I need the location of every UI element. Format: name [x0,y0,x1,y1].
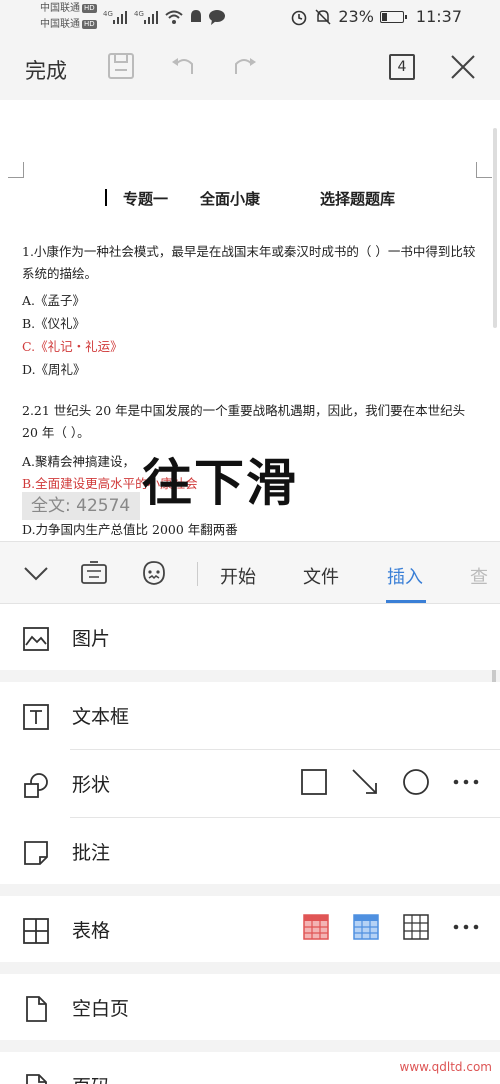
word-count-badge: 全文: 42574 [22,492,140,520]
q1-option-b: B.《仪礼》 [22,316,86,331]
signal-icon-2: 4G [134,10,158,24]
hd-badge: HD [82,4,97,13]
alarm-icon [292,10,307,25]
svg-text:4G: 4G [134,10,144,18]
insert-blank-page-row[interactable]: 空白页 [0,974,500,1040]
text-cursor [104,189,107,206]
q1-option-a: A.《孟子》 [22,293,86,308]
watermark-text: www.qdltd.com [399,1060,493,1074]
blue-table-style-icon[interactable] [352,913,380,941]
more-shapes-icon[interactable] [452,768,480,796]
tab-file[interactable]: 文件 [303,563,339,589]
hd-badge: HD [82,20,97,29]
document-scrollbar[interactable] [493,128,497,328]
table-label: 表格 [72,920,111,942]
title-part-1: 专题一 [122,190,168,208]
tab-separator [197,562,198,586]
more-tables-icon[interactable] [452,913,480,941]
battery-percent: 23% [338,7,374,26]
picture-label: 图片 [72,628,111,650]
carrier-1: 中国联通 HD [40,3,97,15]
swipe-hint-text: 往下滑 [142,454,298,512]
close-icon[interactable] [450,54,476,80]
crop-mark-left [8,162,24,178]
tab-start[interactable]: 开始 [220,563,256,589]
question-2: 2.21 世纪头 20 年是中国发展的一个重要战略机遇期，因此，我们要在本世纪头… [22,403,466,440]
table-quick-options [302,913,480,941]
clock-time: 11:37 [415,7,462,26]
textbox-label: 文本框 [72,706,130,728]
q2-option-a: A.聚精会神搞建设， [22,454,136,469]
rectangle-shape-icon[interactable] [300,768,328,796]
carrier-2: 中国联通 HD [40,19,97,31]
comment-icon [24,841,48,865]
q2-option-d: D.力争国内生产总值比 2000 年翻两番 [22,522,238,537]
blank-page-icon [26,996,47,1022]
crop-mark-right [476,162,492,178]
ribbon-tab-bar: 开始 文件 插入 查 [0,541,500,604]
status-bar: 中国联通 HD 中国联通 HD 4G 4G 23% 11:37 [0,0,500,34]
mute-icon [315,8,331,25]
textbox-icon [23,704,49,730]
q1-option-d: D.《周礼》 [22,362,86,377]
carrier-2-label: 中国联通 [40,19,80,30]
arrow-shape-icon[interactable] [350,767,380,797]
save-icon[interactable] [107,52,135,80]
shape-label: 形状 [72,774,111,796]
document-title: 专题一 全面小康 选择题题库 [0,188,500,209]
shape-icon [24,773,48,798]
undo-icon[interactable] [170,52,198,80]
carrier-1-label: 中国联通 [40,3,80,14]
title-part-2: 全面小康 [199,190,260,208]
comment-label: 批注 [72,842,111,864]
insert-table-row[interactable]: 表格 [0,896,500,962]
page-count-button[interactable]: 4 [389,54,415,80]
title-part-3: 选择题题库 [320,190,396,208]
done-button[interactable]: 完成 [25,55,67,85]
status-right: 23% 11:37 [290,7,462,26]
q1-option-c: C.《礼记・礼运》 [22,339,123,354]
page-number-icon [26,1074,47,1084]
page-number-label: 页码 [72,1072,110,1084]
collapse-chevron-icon[interactable] [23,564,49,582]
notification-icon [191,10,201,22]
battery-level [381,12,387,21]
shape-quick-options [300,767,480,797]
keyboard-icon[interactable] [80,560,108,586]
tab-review[interactable]: 查 [470,563,488,589]
wifi-icon [165,10,183,24]
insert-comment-row[interactable]: 批注 [0,818,500,884]
editor-toolbar: 完成 4 [0,34,500,100]
redo-icon[interactable] [230,52,258,80]
active-tab-indicator [386,600,426,603]
message-icon [209,10,225,25]
blank-page-label: 空白页 [72,998,130,1020]
plain-table-style-icon[interactable] [402,913,430,941]
insert-panel: 图片 文本框 形状 批注 表格 空白页 www.qdltd.com [0,604,500,1084]
tab-insert[interactable]: 插入 [387,563,423,589]
signal-icon: 4G [103,10,127,24]
red-table-style-icon[interactable] [302,913,330,941]
svg-text:4G: 4G [103,10,113,18]
assistant-icon[interactable] [140,559,168,587]
table-icon [23,918,49,944]
picture-icon [23,627,49,651]
insert-picture-row[interactable]: 图片 [0,604,500,670]
insert-shape-row[interactable]: 形状 [0,750,500,818]
document-canvas[interactable]: 专题一 全面小康 选择题题库 1.小康作为一种社会模式，最早是在战国末年或秦汉时成书… [0,100,500,541]
battery-icon [379,10,407,23]
insert-textbox-row[interactable]: 文本框 [0,682,500,750]
question-1: 1.小康作为一种社会模式，最早是在战国末年或秦汉时成书的（ ）一书中得到比较系统… [22,244,476,281]
circle-shape-icon[interactable] [402,768,430,796]
